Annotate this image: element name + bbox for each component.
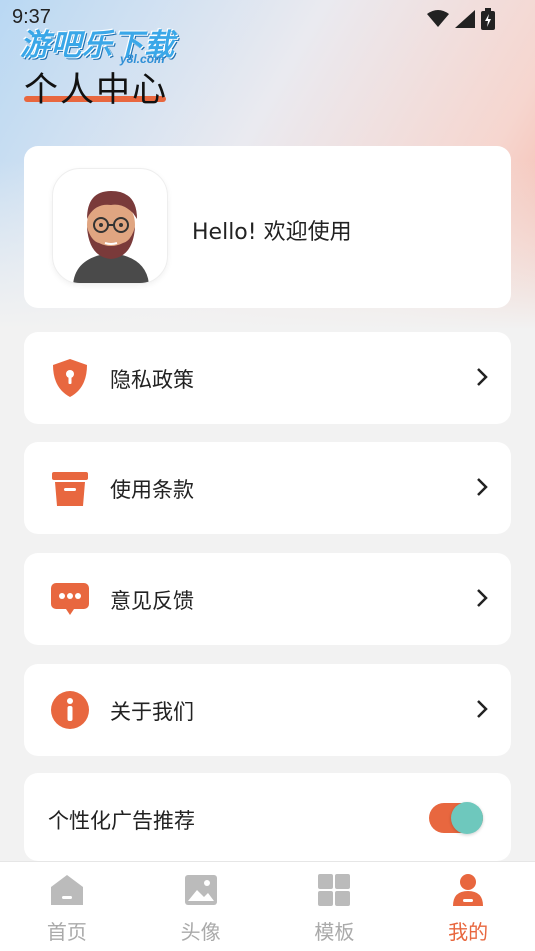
watermark-sub: y8l.com	[120, 52, 165, 66]
menu-item-about[interactable]: 关于我们	[24, 664, 511, 756]
tab-home[interactable]: 首页	[0, 862, 134, 951]
ad-recommendation-row: 个性化广告推荐	[24, 773, 511, 861]
tab-mine[interactable]: 我的	[401, 862, 535, 951]
page-title: 个人中心	[24, 70, 168, 110]
menu-label: 隐私政策	[110, 368, 194, 392]
tab-templates[interactable]: 模板	[268, 862, 402, 951]
avatar[interactable]	[52, 168, 168, 284]
tab-label: 头像	[180, 920, 221, 944]
menu-item-feedback[interactable]: 意见反馈	[24, 553, 511, 645]
menu-label: 使用条款	[110, 478, 194, 502]
shield-icon	[53, 359, 87, 397]
menu-label: 关于我们	[110, 700, 194, 724]
tab-label: 首页	[46, 920, 87, 944]
profile-card[interactable]: Hello! 欢迎使用	[24, 146, 511, 308]
info-icon	[51, 691, 89, 729]
signal-icon	[455, 10, 475, 28]
status-icons	[427, 8, 495, 30]
home-icon	[50, 875, 83, 905]
chevron-right-icon	[477, 478, 488, 496]
ad-recommendation-label: 个性化广告推荐	[48, 809, 195, 833]
person-icon	[453, 874, 484, 906]
wifi-icon	[427, 10, 449, 27]
tab-label: 模板	[314, 920, 355, 944]
terms-box-icon	[52, 472, 88, 506]
menu-label: 意见反馈	[110, 589, 194, 613]
menu-item-privacy[interactable]: 隐私政策	[24, 332, 511, 424]
menu-item-terms[interactable]: 使用条款	[24, 442, 511, 534]
tab-avatar[interactable]: 头像	[134, 862, 268, 951]
chevron-right-icon	[477, 589, 488, 607]
chevron-right-icon	[477, 368, 488, 386]
avatar-image	[73, 191, 149, 283]
ad-recommendation-toggle[interactable]	[429, 802, 483, 834]
grid-icon	[318, 874, 351, 906]
chat-bubble-icon	[51, 583, 89, 615]
greeting-text: Hello! 欢迎使用	[192, 220, 352, 245]
chevron-right-icon	[477, 700, 488, 718]
tab-label: 我的	[448, 920, 489, 944]
page-header: 个人中心	[24, 62, 168, 111]
image-icon	[184, 875, 217, 905]
battery-icon	[481, 8, 495, 30]
bottom-tab-bar: 首页 头像 模板 我的	[0, 861, 535, 951]
toggle-knob	[451, 802, 483, 834]
